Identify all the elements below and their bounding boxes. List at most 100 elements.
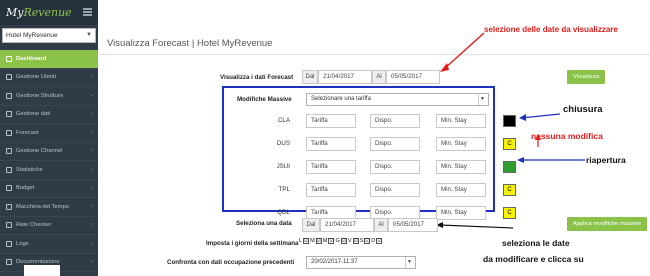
stats-icon — [6, 166, 12, 173]
brand-logo[interactable]: MyRevenue — [6, 6, 72, 19]
sidebar-item-dashboard[interactable]: Dashboard — [0, 50, 98, 69]
sidebar-item-macchina-del-tempo[interactable]: Macchina del Tempo ‹ — [0, 198, 98, 217]
hotel-select[interactable]: Hotel MyRevenue ▼ — [2, 28, 96, 43]
min-stay-input[interactable]: Min. Stay — [436, 137, 486, 151]
status-toggle[interactable]: C — [503, 207, 516, 219]
annotation-riapertura: riapertura — [586, 155, 626, 165]
annotation-date-selection: selezione delle date da visualizzare — [484, 25, 618, 34]
min-stay-input[interactable]: Min. Stay — [436, 206, 486, 220]
visualizza-dal-addon: Dal — [302, 70, 318, 84]
users-icon — [6, 74, 12, 81]
seleziona-label: Seleziona una data — [236, 220, 292, 227]
rate-code-label: CLA — [277, 117, 290, 124]
sidebar-item-statistiche[interactable]: Statistiche ‹ — [0, 161, 98, 180]
min-stay-input[interactable]: Min. Stay — [436, 114, 486, 128]
seleziona-date-from-input[interactable]: 21/04/2017 — [320, 218, 374, 232]
sidebar-item-gestione-strutture[interactable]: Gestione Strutture ‹ — [0, 87, 98, 106]
tariffa-input[interactable]: Tariffa — [306, 160, 356, 174]
page-title: Visualizza Forecast | Hotel MyRevenue — [107, 38, 273, 49]
dispo-input[interactable]: Dispo. — [370, 160, 420, 174]
status-toggle[interactable] — [503, 115, 516, 127]
visualizza-al-addon: Al — [372, 70, 386, 84]
tariffa-input[interactable]: Tariffa — [306, 183, 356, 197]
seleziona-date-to-input[interactable]: 05/05/2017 — [388, 218, 438, 232]
weekday-label: M — [310, 238, 315, 244]
chevron-down-icon: ▼ — [86, 32, 92, 38]
dispo-input[interactable]: Dispo. — [370, 183, 420, 197]
weekday-checkbox[interactable]: ☑ — [340, 238, 347, 244]
min-stay-input[interactable]: Min. Stay — [436, 160, 486, 174]
sidebar-item-gestione-dati[interactable]: Gestione dati ‹ — [0, 106, 98, 124]
sidebar-item-rate-checker[interactable]: Rate Checker ‹ — [0, 217, 98, 235]
sidebar-item-label: Dashboard — [16, 55, 47, 62]
channel-icon — [6, 148, 12, 155]
weekday-label: L — [299, 238, 303, 244]
sidebar-item-label: Statistiche — [16, 166, 43, 173]
visualizza-button[interactable]: Visualizza — [567, 70, 605, 84]
sidebar-item-label: Rate Checker — [16, 222, 52, 229]
dispo-input[interactable]: Dispo. — [370, 137, 420, 151]
arrow-seleziona — [439, 224, 514, 229]
dispo-input[interactable]: Dispo. — [370, 114, 420, 128]
sidebar-footer-block — [24, 265, 60, 276]
chevron-left-icon: ‹ — [91, 129, 93, 136]
confronta-select[interactable]: 20/02/2017-11:37 ▼ — [306, 256, 416, 269]
tariffa-select[interactable]: Selezionare una tariffa ▼ — [306, 93, 489, 106]
chevron-left-icon: ‹ — [91, 203, 93, 210]
sidebar-item-label: Budget — [16, 185, 35, 192]
applica-modifiche-button[interactable]: Applica modifiche massive — [567, 217, 647, 231]
tariffa-input[interactable]: Tariffa — [306, 137, 356, 151]
sidebar-item-gestione-utenti[interactable]: Gestione Utenti ‹ — [0, 69, 98, 87]
weekday-checkbox[interactable]: ☑ — [376, 238, 383, 244]
weekday-label: M — [322, 238, 328, 244]
budget-icon — [6, 185, 12, 192]
sidebar-item-label: Logs — [16, 240, 29, 247]
dashboard-icon — [6, 55, 12, 62]
annotation-seleziona-date: seleziona le date — [502, 238, 570, 248]
sidebar-item-gestione-channel[interactable]: Gestione Channel ‹ — [0, 143, 98, 161]
logs-icon — [6, 240, 12, 247]
weekday-checkbox[interactable]: ☑ — [364, 238, 371, 244]
sidebar-item-label: Forecast — [16, 129, 39, 136]
chevron-down-icon: ▼ — [478, 94, 486, 105]
sidebar-item-forecast[interactable]: Forecast ‹ — [0, 124, 98, 143]
clock-icon — [6, 203, 12, 210]
sidebar-item-label: Macchina del Tempo — [16, 203, 70, 210]
sidebar: MyRevenue Hotel MyRevenue ▼ Dashboard Ges… — [0, 0, 98, 276]
weekday-checkbox[interactable]: ☑ — [328, 238, 335, 244]
seleziona-al-addon: Al — [374, 218, 388, 232]
sidebar-item-budget[interactable]: Budget ‹ — [0, 180, 98, 198]
sidebar-item-label: Gestione Strutture — [16, 92, 64, 99]
min-stay-input[interactable]: Min. Stay — [436, 183, 486, 197]
sidebar-menu: Dashboard Gestione Utenti ‹ Gestione Strutt… — [0, 50, 98, 272]
annotation-da-modificare: da modificare e clicca su — [483, 254, 584, 264]
weekday-checkbox[interactable]: ☑ — [315, 238, 322, 244]
chevron-down-icon: ▼ — [405, 257, 413, 268]
chevron-left-icon: ‹ — [91, 185, 93, 192]
chevron-left-icon: ‹ — [91, 92, 93, 99]
status-toggle[interactable]: C — [503, 138, 516, 150]
chevron-left-icon: ‹ — [91, 240, 93, 247]
visualizza-date-to-input[interactable]: 05/05/2017 — [386, 70, 440, 84]
annotation-nessuna-modifica: nessuna modifica — [531, 131, 603, 141]
status-toggle[interactable]: C — [503, 184, 516, 196]
tariffa-input[interactable]: Tariffa — [306, 114, 356, 128]
modifiche-massive-label: Modifiche Massive — [237, 96, 292, 103]
weekday-checkbox[interactable]: ☑ — [303, 238, 310, 244]
weekday-label: S — [359, 238, 364, 244]
rate-code-label: DUS — [276, 140, 290, 147]
building-icon — [6, 92, 12, 99]
rate-code-label: JSUI — [276, 163, 290, 170]
visualizza-date-from-input[interactable]: 21/04/2017 — [318, 70, 372, 84]
hamburger-menu-icon[interactable] — [83, 8, 92, 16]
rate-icon — [6, 222, 12, 229]
weekday-label: G — [335, 238, 340, 244]
weekday-checkbox[interactable]: ☑ — [352, 238, 359, 244]
visualizza-label: Visualizza i dati Forecast — [220, 74, 294, 81]
sidebar-item-label: Gestione dati — [16, 111, 51, 118]
chevron-left-icon: ‹ — [91, 148, 93, 155]
status-toggle[interactable] — [503, 161, 516, 173]
sidebar-item-logs[interactable]: Logs ‹ — [0, 235, 98, 254]
arrow-to-dates — [443, 32, 485, 70]
arrow-head-dates — [440, 63, 449, 72]
